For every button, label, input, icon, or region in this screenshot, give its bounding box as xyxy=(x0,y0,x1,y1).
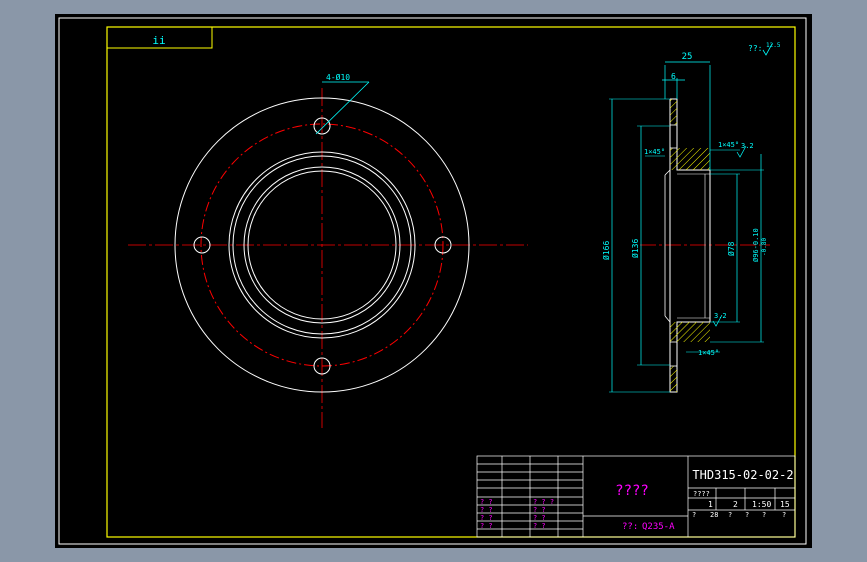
chamfer-edge-top xyxy=(664,169,671,176)
tb-left-q-0: ? ? xyxy=(480,498,493,506)
chamfer-inner-top-text: 1×45° xyxy=(644,148,665,156)
tb-left-q-1: ? ? xyxy=(480,506,493,514)
scale-header: ???? xyxy=(693,490,710,498)
tb-bottom-5: ? xyxy=(782,511,786,519)
tb-bottom-2: ? xyxy=(728,511,732,519)
tb-mid-q-0: ? ? ? xyxy=(533,498,554,506)
sheet-value: 2 xyxy=(733,500,738,509)
drawing-number: THD315-02-02-2 xyxy=(692,468,793,482)
dia96-text: Ø96-0.10 xyxy=(752,228,760,262)
dia78-text: Ø78 xyxy=(726,241,736,256)
chamfer-edge-bottom xyxy=(664,315,671,323)
roughness-bottom-text: 3.2 xyxy=(714,312,727,320)
roughness-note: ??: xyxy=(748,44,762,53)
material-label: ??: xyxy=(622,522,638,532)
outer-sheet-frame xyxy=(58,17,807,545)
dim6-text: 6 xyxy=(671,72,676,81)
tb-left-q-2: ? ? xyxy=(480,514,493,522)
chamfer-bottom-text: 1×45° xyxy=(698,349,719,357)
tb-bottom-4: ? xyxy=(762,511,766,519)
hatch-top-flange xyxy=(670,99,677,125)
roughness-value: 12.5 xyxy=(766,42,781,49)
scale-value: 1:50 xyxy=(752,500,771,509)
dia96-lower-text: -0.80 xyxy=(761,238,768,256)
tb-mid-q-2: ? ? xyxy=(533,514,546,522)
hatch-top-hub xyxy=(670,148,710,170)
dim25-text: 25 xyxy=(682,52,693,62)
roughness-top-text: 3.2 xyxy=(741,142,754,150)
part-name: ???? xyxy=(615,483,649,499)
cad-drawing: ii ??: 12.5 4-Ø10 25 6 Ø166 Ø136 Ø96-0.1… xyxy=(58,17,807,545)
dia166-text: Ø166 xyxy=(601,241,611,260)
material-value: Q235-A xyxy=(642,522,675,532)
qty-value: 1 xyxy=(708,500,713,509)
hatch-bottom-flange xyxy=(670,366,677,392)
tb-bottom-1: 28 xyxy=(710,511,718,519)
hole-callout-text: 4-Ø10 xyxy=(326,72,350,82)
hatch-bottom-hub xyxy=(670,322,710,342)
dia136-text: Ø136 xyxy=(630,239,640,258)
inner-frame xyxy=(106,26,796,538)
chamfer-outer-top-text: 1×45° xyxy=(718,141,739,149)
front-view: 4-Ø10 xyxy=(128,72,528,428)
tb-bottom-3: ? xyxy=(745,511,749,519)
tb-left-q-3: ? ? xyxy=(480,522,493,530)
tag-text: ii xyxy=(152,34,165,47)
tb-bottom-0: ? xyxy=(692,511,696,519)
tb-mid-q-1: ? ? xyxy=(533,506,546,514)
section-view: 25 6 Ø166 Ø136 Ø96-0.10 -0.80 Ø78 1×45° … xyxy=(601,52,770,393)
weight-value: 15 xyxy=(780,500,790,509)
tb-mid-q-3: ? ? xyxy=(533,522,546,530)
